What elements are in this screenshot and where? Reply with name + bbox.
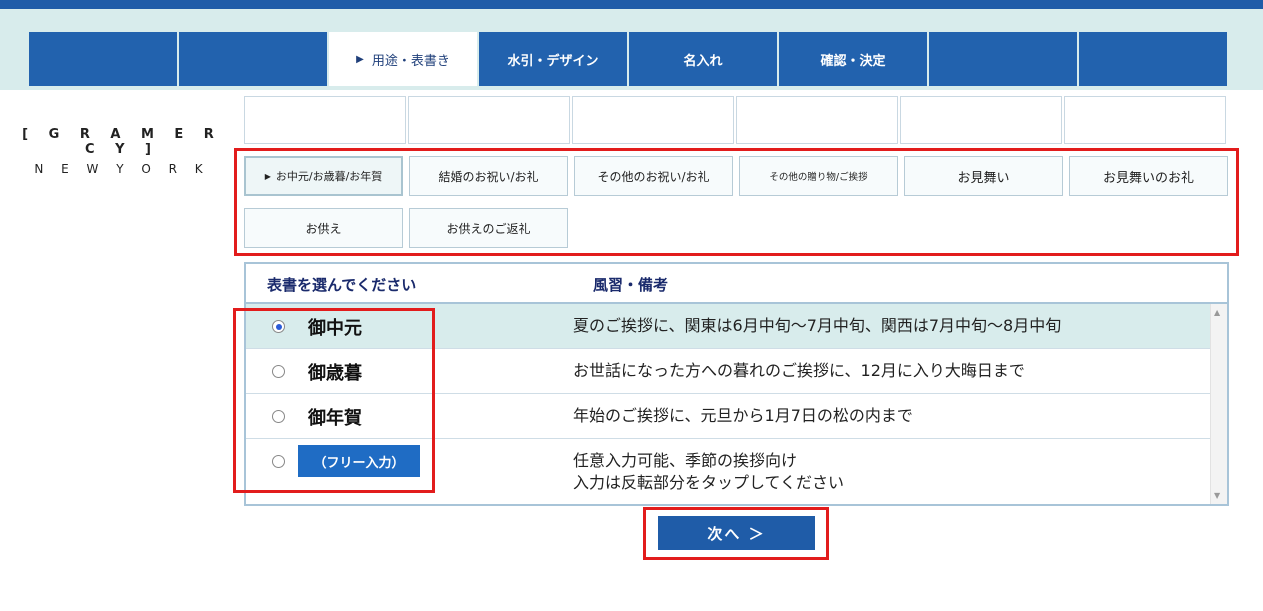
step-tab-confirm-label: 確認・決定 [820,53,886,69]
empty-category-row [244,96,1226,144]
empty-cell [1064,96,1226,144]
top-bar [0,0,1263,9]
empty-cell [244,96,406,144]
highlight-box-categories [234,148,1239,256]
step-tab-usage[interactable]: ▶ 用途・表書き [329,32,477,86]
step-tab-usage-label: 用途・表書き [371,53,450,69]
header-note: 風習・備考 [593,276,669,294]
highlight-box-next [643,507,829,560]
option-note: 夏のご挨拶に、関東は6月中旬～7月中旬、関西は7月中旬～8月中旬 [573,316,1062,335]
brand-logo: [ G R A M E R C Y ] N E W Y O R K [22,127,222,176]
logo-main: [ G R A M E R C Y ] [22,127,222,157]
option-note-line1: 任意入力可能、季節の挨拶向け [573,451,798,470]
option-note: 年始のご挨拶に、元旦から1月7日の松の内まで [573,406,913,425]
step-tab-confirm[interactable]: 確認・決定 [779,32,927,86]
empty-cell [736,96,898,144]
empty-cell [408,96,570,144]
option-note: お世話になった方への暮れのご挨拶に、12月に入り大晦日まで [573,361,1025,380]
table-header: 表書を選んでください 風習・備考 [246,264,1227,304]
scroll-down-icon[interactable]: ▼ [1214,491,1220,500]
step-tab-7[interactable] [929,32,1077,86]
step-tab-design[interactable]: 水引・デザイン [479,32,627,86]
scrollbar[interactable]: ▲ ▼ [1210,304,1227,504]
header-omotegaki: 表書を選んでください [267,276,417,294]
step-tab-name[interactable]: 名入れ [629,32,777,86]
empty-cell [572,96,734,144]
step-tab-8[interactable] [1079,32,1227,86]
play-arrow-icon: ▶ [356,53,364,65]
step-tab-design-label: 水引・デザイン [507,53,599,69]
step-tab-2[interactable] [179,32,327,86]
option-note: 任意入力可能、季節の挨拶向け 入力は反転部分をタップしてください [573,450,844,494]
option-note-line2: 入力は反転部分をタップしてください [573,473,845,492]
scroll-up-icon[interactable]: ▲ [1214,308,1220,317]
highlight-box-options [233,308,435,493]
step-navigation: ▶ 用途・表書き 水引・デザイン 名入れ 確認・決定 [29,32,1227,86]
step-tab-1[interactable] [29,32,177,86]
empty-cell [900,96,1062,144]
logo-sub: N E W Y O R K [34,162,210,176]
step-tab-name-label: 名入れ [683,53,723,69]
